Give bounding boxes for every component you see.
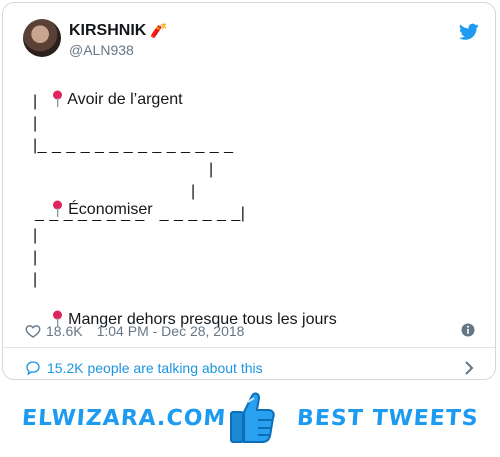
timestamp[interactable]: 1:04 PM - Dec 28, 2018 [97, 323, 245, 339]
brand-text: ELWIZARA.COM [21, 406, 228, 431]
tweet-meta: 18.6K 1:04 PM - Dec 28, 2018 [25, 321, 475, 341]
like-count[interactable]: 18.6K [46, 323, 83, 339]
tagline-text: BEST TWEETS [295, 406, 479, 431]
tweet-line: | [209, 161, 214, 178]
avatar[interactable] [23, 19, 61, 57]
tweet-line: | [33, 249, 38, 266]
tweet-line: _ _ _ _ _ _ _ _ _ _ _ _ _ _| [35, 205, 246, 222]
talking-link[interactable]: 15.2K people are talking about this [25, 358, 475, 378]
divider [3, 347, 495, 348]
tweet-line: Avoir de l’argent [25, 73, 183, 127]
tweet-card: KIRSHNIK 🧨 @ALN938 Avoir de l’argent | | … [2, 2, 496, 380]
speech-bubble-icon [26, 361, 40, 376]
footer-banner: ELWIZARA.COM BEST TWEETS [0, 384, 500, 457]
handle[interactable]: @ALN938 [69, 42, 134, 58]
display-name-text[interactable]: KIRSHNIK [69, 22, 146, 39]
talking-text[interactable]: 15.2K people are talking about this [47, 360, 263, 376]
tweet-line: | [33, 115, 38, 132]
display-name[interactable]: KIRSHNIK 🧨 [69, 22, 168, 40]
firecracker-icon: 🧨 [150, 22, 168, 38]
thumbs-up-icon [230, 392, 275, 443]
chevron-right-icon[interactable] [463, 360, 475, 376]
tweet-line: | [33, 227, 38, 244]
tweet-line: | [33, 271, 38, 288]
tweet-line: |_ _ _ _ _ _ _ _ _ _ _ _ _ _ [33, 137, 234, 154]
tweet-line: | [191, 183, 196, 200]
tweet-line: | [33, 93, 38, 110]
heart-icon[interactable] [25, 323, 41, 339]
info-icon[interactable] [461, 323, 475, 337]
twitter-bird-icon[interactable] [459, 23, 479, 41]
